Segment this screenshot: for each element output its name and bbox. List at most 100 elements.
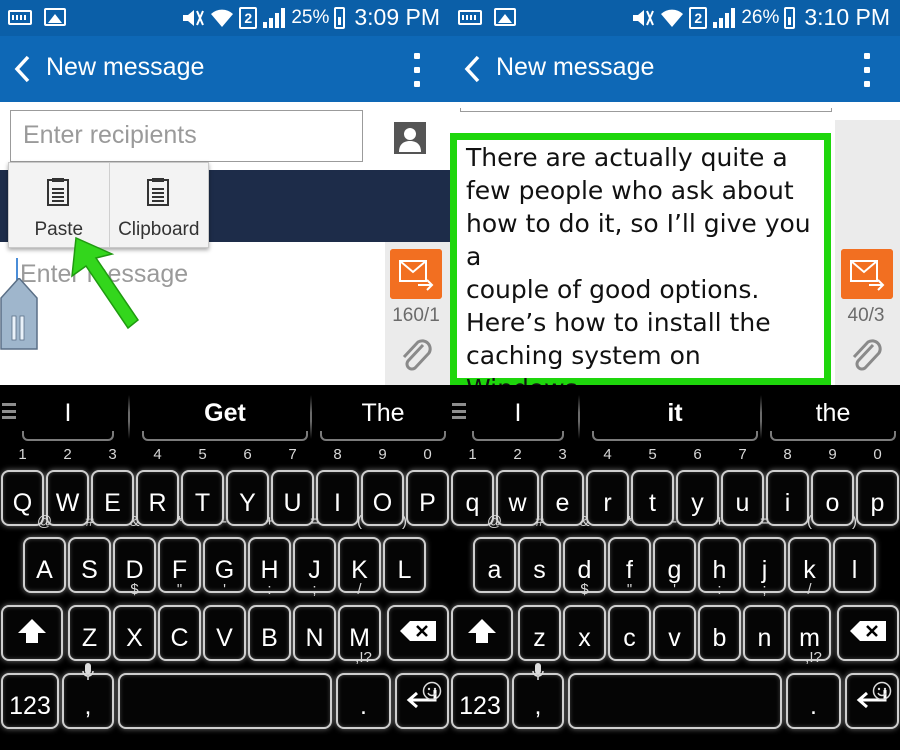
key-hint: "	[626, 581, 633, 598]
recipients-input[interactable]: Enter recipients	[10, 110, 363, 162]
overflow-menu-icon[interactable]	[862, 53, 872, 87]
clipboard-button[interactable]: Clipboard	[108, 163, 209, 247]
battery-percent: 25%	[291, 6, 330, 28]
suggestion-menu-icon[interactable]	[452, 403, 466, 419]
overflow-menu-icon[interactable]	[412, 53, 422, 87]
period-key[interactable]: ,!?.	[786, 649, 841, 729]
page-title: New message	[46, 53, 205, 81]
key-hint: ,!?	[355, 649, 372, 666]
key-label: z	[533, 624, 546, 652]
suggestion-word[interactable]: it	[590, 399, 760, 428]
suggestion-underline	[770, 431, 896, 441]
key-hint: =	[310, 513, 319, 530]
key-label: C	[170, 624, 189, 652]
backspace-key[interactable]	[837, 605, 899, 661]
letter-key[interactable]: ) l	[833, 513, 876, 593]
comma-key[interactable]: ,	[512, 663, 564, 729]
image-notification-icon	[44, 8, 66, 26]
suggestion-word[interactable]: Get	[140, 399, 310, 428]
letter-key[interactable]: ) L	[383, 513, 426, 593]
key-hint: 4	[603, 446, 612, 463]
key-hint: 7	[738, 446, 747, 463]
keyboard: I Get The 1 Q 2 W 3 E 4 R 5 T 6 Y 7 U 8 I 9 O 0 P @ A # S & D * F - G + H =…	[0, 385, 450, 750]
back-icon[interactable]	[458, 52, 488, 86]
space-key[interactable]	[568, 673, 782, 729]
key-hint: 0	[423, 446, 432, 463]
space-key[interactable]	[118, 673, 332, 729]
cursor-handle-icon[interactable]	[0, 278, 38, 350]
key-label: b	[712, 624, 727, 652]
letter-key[interactable]: $ x	[563, 581, 606, 661]
letter-key[interactable]: Z	[68, 605, 111, 661]
paste-button[interactable]: Paste	[9, 163, 109, 247]
key-hint: (	[357, 513, 362, 530]
key-label: .	[810, 692, 817, 720]
key-hint: +	[265, 513, 274, 530]
key-hint: 0	[873, 446, 882, 463]
key-label: V	[216, 624, 233, 652]
key-hint: -	[672, 513, 677, 530]
numbers-key[interactable]: 123	[1, 673, 59, 729]
key-label: N	[305, 624, 324, 652]
signal-icon	[713, 7, 736, 28]
key-hint: 9	[828, 446, 837, 463]
letter-key[interactable]: ; n	[743, 581, 786, 661]
letter-key[interactable]: " C	[158, 581, 201, 661]
shift-key[interactable]	[451, 605, 513, 661]
emoji-icon[interactable]	[422, 681, 442, 705]
key-hint: 5	[648, 446, 657, 463]
letter-key[interactable]: :b	[698, 581, 741, 661]
recipients-input-edge[interactable]	[460, 108, 832, 112]
key-hint: ;	[762, 581, 767, 598]
mute-icon	[633, 9, 655, 26]
battery-icon	[334, 6, 346, 29]
letter-key[interactable]: # S	[68, 513, 111, 593]
contact-picker-icon[interactable]	[394, 122, 426, 154]
back-icon[interactable]	[8, 52, 38, 86]
letter-key[interactable]: :B	[248, 581, 291, 661]
period-key[interactable]: ,!?.	[336, 649, 391, 729]
paperclip-icon[interactable]	[849, 335, 883, 375]
suggestion-word[interactable]: The	[318, 399, 448, 428]
letter-key[interactable]: " c	[608, 581, 651, 661]
letter-key[interactable]: @ A	[23, 513, 66, 593]
battery-percent: 26%	[741, 6, 780, 28]
key-hint: 1	[18, 446, 27, 463]
keyboard-notification-icon	[458, 9, 482, 25]
suggestion-divider	[760, 395, 762, 439]
key-hint: 9	[378, 446, 387, 463]
comma-key[interactable]: ,	[62, 663, 114, 729]
key-hint: :	[717, 581, 722, 598]
letter-key[interactable]: ' v	[653, 581, 696, 661]
send-message-icon[interactable]	[390, 249, 442, 299]
key-hint: 8	[783, 446, 792, 463]
letter-key[interactable]: # s	[518, 513, 561, 593]
letter-key[interactable]: ; N	[293, 581, 336, 661]
suggestion-menu-icon[interactable]	[2, 403, 16, 419]
key-hint: ;	[312, 581, 317, 598]
shift-icon	[17, 618, 47, 648]
paperclip-icon[interactable]	[399, 335, 433, 375]
key-hint: &	[129, 513, 140, 530]
message-line: caching system on	[466, 341, 701, 370]
letter-key[interactable]: $ X	[113, 581, 156, 661]
suggestion-word[interactable]: I	[470, 399, 566, 428]
clipboard-icon	[146, 178, 169, 206]
letter-key[interactable]: @ a	[473, 513, 516, 593]
letter-key[interactable]: ' V	[203, 581, 246, 661]
key-label: S	[81, 556, 98, 584]
suggestion-word[interactable]: I	[20, 399, 116, 428]
image-notification-icon	[494, 8, 516, 26]
key-hint: +	[715, 513, 724, 530]
status-bar: 2 25% 3:09 PM	[0, 0, 450, 36]
suggestion-word[interactable]: the	[768, 399, 898, 428]
shift-key[interactable]	[1, 605, 63, 661]
message-input[interactable]: There are actually quite a few people wh…	[466, 141, 826, 405]
key-hint: /	[357, 581, 362, 598]
emoji-icon[interactable]	[872, 681, 892, 705]
numbers-key[interactable]: 123	[451, 673, 509, 729]
send-message-icon[interactable]	[841, 249, 893, 299]
backspace-key[interactable]	[387, 605, 449, 661]
page-title: New message	[496, 53, 655, 81]
letter-key[interactable]: z	[518, 605, 561, 661]
